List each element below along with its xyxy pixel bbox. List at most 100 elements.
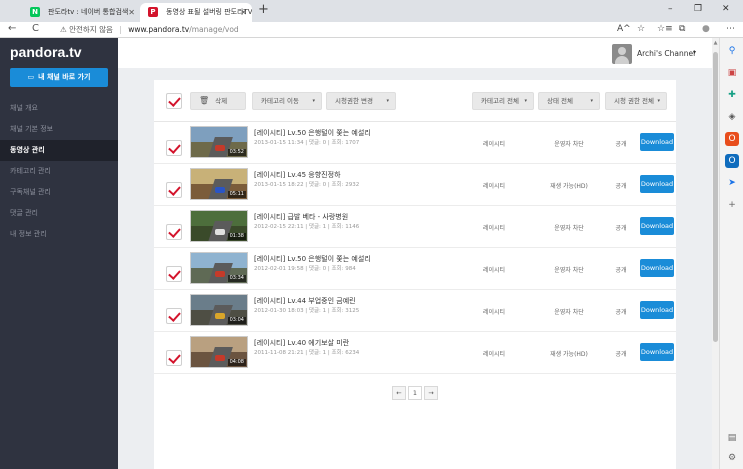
row-checkbox[interactable] [166,224,182,240]
sidebar-item-comment-manage[interactable]: 댓글 관리 [0,203,118,224]
video-duration: 01:38 [227,233,246,240]
video-status: 운영자 차단 [554,309,584,316]
view-permission-dropdown[interactable]: 시청권한 변경 ▾ [326,92,396,110]
video-visibility: 공개 [615,309,627,316]
video-title[interactable]: [레이시티] 급발 베타 - 사랑병원 [254,212,464,222]
url-field[interactable]: ⚠ 안전하지 않음 | www.pandora.tv/manage/vod [60,23,603,37]
games-icon[interactable]: ◈ [725,110,739,124]
video-thumbnail[interactable]: 05:11 [190,168,248,200]
chevron-down-icon: ▾ [590,98,593,104]
outlook-icon[interactable]: O [725,154,739,168]
download-button[interactable]: Download [640,301,674,319]
more-menu-icon[interactable]: ⋯ [726,24,735,34]
select-all-checkbox[interactable] [166,93,182,109]
chevron-down-icon: ▾ [312,98,315,104]
chevron-down-icon[interactable]: ▾ [693,49,696,56]
video-status: 재생 가능(HD) [550,351,588,358]
video-title[interactable]: [레이시티] Lv.44 부업중인 금예린 [254,296,464,306]
send-icon[interactable]: ➤ [725,176,739,190]
video-thumbnail[interactable]: 04:08 [190,336,248,368]
browser-tab-naver[interactable]: N 판도라tv : 네이버 통합검색 ✕ [22,3,140,22]
shopping-bag-icon[interactable]: ▣ [725,66,739,80]
profile-icon[interactable]: ● [702,24,710,34]
filter-category-label: 카테고리 전체 [481,97,519,105]
settings-gear-icon[interactable]: ⚙ [725,451,739,465]
sidebar-item-my-info[interactable]: 내 정보 관리 [0,224,118,245]
insecure-warning[interactable]: ⚠ 안전하지 않음 [60,25,113,34]
tools-icon[interactable]: ✚ [725,88,739,102]
video-visibility: 공개 [615,141,627,148]
scrollbar-thumb[interactable] [713,52,718,342]
download-button[interactable]: Download [640,217,674,235]
search-icon[interactable]: ⚲ [725,44,739,58]
scroll-up-icon[interactable]: ▲ [712,40,719,46]
next-page-button[interactable]: → [424,386,438,400]
page-number[interactable]: 1 [408,386,422,400]
row-checkbox[interactable] [166,308,182,324]
filter-status-label: 상태 전체 [547,97,573,105]
video-duration: 03:04 [227,317,246,324]
favorites-list-icon[interactable]: ☆≡ [657,24,673,34]
reload-icon[interactable]: C [32,23,39,34]
address-bar: ← C ⚠ 안전하지 않음 | www.pandora.tv/manage/vo… [0,22,743,38]
back-icon[interactable]: ← [8,23,16,34]
sidebar-item-category-manage[interactable]: 카테고리 관리 [0,161,118,182]
tv-icon: ▭ [27,73,35,81]
close-window-icon[interactable]: ✕ [722,4,730,14]
filter-permission-label: 시청 권한 전체 [614,97,655,105]
filter-permission-dropdown[interactable]: 시청 권한 전체 ▾ [605,92,667,110]
row-checkbox[interactable] [166,266,182,282]
row-checkbox[interactable] [166,140,182,156]
download-button[interactable]: Download [640,133,674,151]
download-button[interactable]: Download [640,343,674,361]
new-tab-button[interactable]: + [258,2,269,17]
pandora-logo[interactable]: pandora.tv [10,44,82,60]
browser-tab-pandora[interactable]: P 동영상 표될 설버링 판도라TV ✕ [140,3,252,22]
delete-label: 삭제 [215,97,228,105]
row-checkbox[interactable] [166,182,182,198]
video-category: 레이시티 [482,351,506,358]
collections-icon[interactable]: ⧉ [679,24,685,34]
video-meta: 2012-02-15 22:11 | 댓글: 1 | 조회: 1146 [254,224,360,230]
tab-close-icon[interactable]: ✕ [128,3,135,22]
add-icon[interactable]: + [725,198,739,212]
edge-sidebar: ⚲ ▣ ✚ ◈ O O ➤ + ▤ ⚙ [719,38,743,469]
video-duration: 05:11 [227,191,246,198]
avatar[interactable] [612,44,632,64]
sidebar-item-subscription-manage[interactable]: 구독채널 관리 [0,182,118,203]
video-title[interactable]: [레이시티] Lv.50 은행털이 쫓는 예설리 [254,254,464,264]
video-status: 운영자 차단 [554,267,584,274]
tab-close-icon[interactable]: ✕ [240,3,247,22]
row-checkbox[interactable] [166,350,182,366]
sidebar-item-video-manage[interactable]: 동영상 관리 [0,140,118,161]
video-thumbnail[interactable]: 03:04 [190,294,248,326]
filter-category-dropdown[interactable]: 카테고리 전체 ▾ [472,92,534,110]
minimize-icon[interactable]: – [668,4,673,14]
sidebar-item-channel-info[interactable]: 채널 기본 정보 [0,119,118,140]
favorite-star-icon[interactable]: ☆ [637,24,645,34]
office-icon[interactable]: O [725,132,739,146]
video-category: 레이시티 [482,141,506,148]
category-move-dropdown[interactable]: 카테고리 이동 ▾ [252,92,322,110]
video-thumbnail[interactable]: 01:38 [190,210,248,242]
video-title[interactable]: [레이시티] Lv.45 응향진정하 [254,170,464,180]
video-title[interactable]: [레이시티] Lv.40 에기보살 미란 [254,338,464,348]
delete-button[interactable]: 🗑 삭제 [190,92,246,110]
read-aloud-icon[interactable]: A^ [617,24,631,34]
filter-status-dropdown[interactable]: 상태 전체 ▾ [538,92,600,110]
go-to-my-channel-button[interactable]: ▭ 내 채널 바로 가기 [10,68,108,87]
video-thumbnail[interactable]: 03:52 [190,126,248,158]
download-button[interactable]: Download [640,259,674,277]
download-button[interactable]: Download [640,175,674,193]
channel-sidebar: pandora.tv ▭ 내 채널 바로 가기 채널 개요 채널 기본 정보 동영… [0,38,118,469]
video-thumbnail[interactable]: 03:34 [190,252,248,284]
sidebar-item-channel-overview[interactable]: 채널 개요 [0,98,118,119]
video-title[interactable]: [레이시티] Lv.50 은행털이 쫓는 예설리 [254,128,464,138]
prev-page-button[interactable]: ← [392,386,406,400]
video-category: 레이시티 [482,225,506,232]
channel-name[interactable]: Archi's Channel [637,49,695,58]
sidebar-layout-icon[interactable]: ▤ [725,431,739,445]
maximize-icon[interactable]: ❐ [694,4,702,14]
page-scrollbar[interactable]: ▲ [712,38,719,469]
table-row: 04:08 [레이시티] Lv.40 에기보살 미란 2011-11-08 21… [154,332,676,374]
